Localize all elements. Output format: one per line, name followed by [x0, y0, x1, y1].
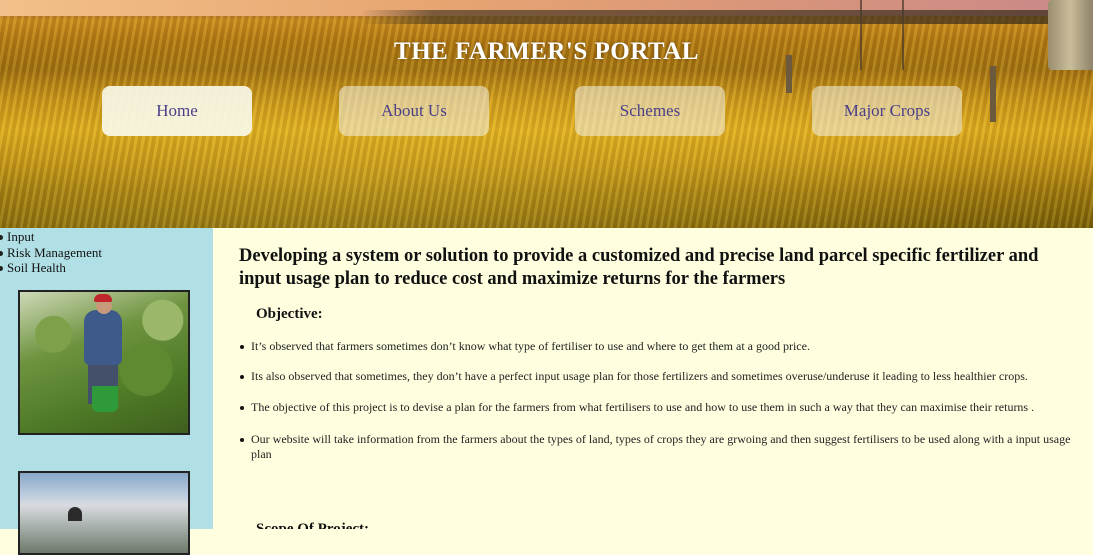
nav-major-crops-button[interactable]: Major Crops	[812, 86, 962, 136]
farmer-body	[84, 310, 122, 365]
sidebar-item-input[interactable]: Input	[0, 229, 102, 245]
list-item: It’s observed that farmers sometimes don…	[240, 339, 1091, 355]
sidebar-list: Input Risk Management Soil Health	[0, 229, 102, 276]
nav-schemes-button[interactable]: Schemes	[575, 86, 725, 136]
hero-header: THE FARMER'S PORTAL Home About Us Scheme…	[0, 0, 1093, 228]
field-photo	[18, 471, 190, 555]
person-silhouette	[68, 507, 82, 521]
sidebar-item-soil-health[interactable]: Soil Health	[0, 260, 102, 276]
scope-section-label: Scope Of Project:	[256, 522, 369, 529]
objective-label: Objective:	[256, 306, 323, 322]
farmer-photo	[18, 290, 190, 435]
farmer-cap	[94, 294, 112, 302]
objective-list: It’s observed that farmers sometimes don…	[240, 339, 1091, 463]
hero-treeline	[360, 10, 1093, 24]
list-item: Its also observed that sometimes, they d…	[240, 369, 1091, 385]
site-title: THE FARMER'S PORTAL	[394, 38, 699, 65]
sidebar-item-risk-management[interactable]: Risk Management	[0, 245, 102, 261]
nav-about-us-button[interactable]: About Us	[339, 86, 489, 136]
list-item: Our website will take information from t…	[240, 432, 1091, 463]
nav-home-button[interactable]: Home	[102, 86, 252, 136]
bucket	[92, 386, 118, 412]
fence-post	[990, 66, 996, 122]
main-content: Developing a system or solution to provi…	[213, 228, 1093, 529]
sidebar: Input Risk Management Soil Health	[0, 228, 213, 555]
page-heading: Developing a system or solution to provi…	[239, 246, 1039, 289]
list-item: The objective of this project is to devi…	[240, 400, 1091, 416]
